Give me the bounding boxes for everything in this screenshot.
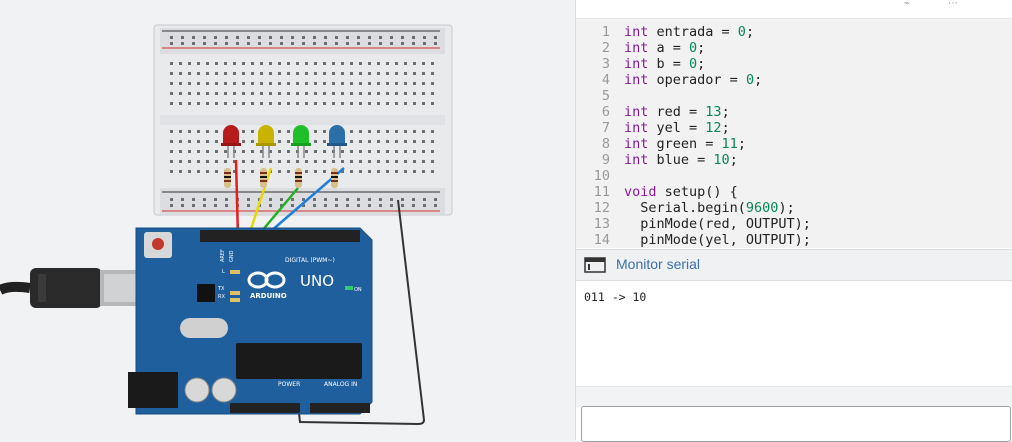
- code-line[interactable]: 7 int yel = 12;: [576, 120, 1012, 136]
- line-code: int b = 0;: [624, 56, 706, 72]
- tx-label: TX: [217, 286, 225, 292]
- analog-label: ANALOG IN: [324, 381, 357, 388]
- line-code: int green = 11;: [624, 136, 746, 152]
- line-code: int blue = 10;: [624, 152, 738, 168]
- serial-monitor-icon: [584, 257, 606, 273]
- line-number: 13: [593, 216, 610, 232]
- aref-label: AREF: [220, 249, 226, 262]
- power-label: POWER: [278, 381, 300, 388]
- line-code: int red = 13;: [624, 104, 730, 120]
- serial-divider: [576, 386, 1012, 407]
- code-toolbar: ⌁ ⋯: [576, 0, 1012, 19]
- microcontroller-chip: [236, 343, 362, 379]
- line-number: 8: [601, 136, 610, 152]
- code-line[interactable]: 6 int red = 13;: [576, 104, 1012, 120]
- code-line[interactable]: 1 int entrada = 0;: [576, 24, 1012, 40]
- code-line[interactable]: 14 pinMode(yel, OUTPUT);: [576, 232, 1012, 248]
- line-code: int a = 0;: [624, 40, 706, 56]
- line-code: void setup() {: [624, 184, 738, 200]
- gnd-label: GND: [229, 250, 235, 262]
- power-jack: [128, 372, 178, 408]
- digital-label: DIGITAL (PWM~): [285, 257, 335, 264]
- line-number: 9: [601, 152, 610, 168]
- more-icon[interactable]: ⋯: [948, 0, 962, 9]
- line-number: 10: [593, 168, 610, 184]
- line-number: 4: [601, 72, 610, 88]
- serial-input-field[interactable]: [581, 406, 1011, 442]
- line-number: 1: [601, 24, 610, 40]
- line-code: Serial.begin(9600);: [624, 200, 795, 216]
- line-number: 5: [601, 88, 610, 104]
- serial-output-text: 011 -> 10: [584, 290, 647, 304]
- circuit-drawing: UNO ARDUINO DIGITAL (PWM~) POWER ANALOG …: [0, 24, 453, 426]
- code-line[interactable]: 3 int b = 0;: [576, 56, 1012, 72]
- line-code: pinMode(yel, OUTPUT);: [624, 232, 811, 248]
- serial-output: 011 -> 10: [576, 281, 1012, 385]
- code-line[interactable]: 4 int operador = 0;: [576, 72, 1012, 88]
- line-number: 2: [601, 40, 610, 56]
- reset-button: [152, 238, 164, 250]
- code-line[interactable]: 5: [576, 88, 1012, 104]
- code-line[interactable]: 11 void setup() {: [576, 184, 1012, 200]
- arduino-board[interactable]: UNO ARDUINO DIGITAL (PWM~) POWER ANALOG …: [128, 227, 373, 415]
- right-panel: ⌁ ⋯ 1 int entrada = 0; 2 int a = 0; 3 int b =…: [575, 0, 1012, 442]
- line-number: 6: [601, 104, 610, 120]
- line-code: int entrada = 0;: [624, 24, 755, 40]
- serial-monitor-header[interactable]: Monitor serial: [576, 249, 1012, 281]
- line-number: 14: [593, 232, 610, 248]
- code-line[interactable]: 2 int a = 0;: [576, 40, 1012, 56]
- code-editor[interactable]: 1 int entrada = 0; 2 int a = 0; 3 int b = 0; 4…: [576, 19, 1012, 248]
- rx-label: RX: [218, 294, 225, 300]
- l-label: L: [222, 269, 225, 275]
- circuit-canvas[interactable]: UNO ARDUINO DIGITAL (PWM~) POWER ANALOG …: [0, 0, 575, 440]
- line-number: 7: [601, 120, 610, 136]
- debug-icon[interactable]: ⌁: [904, 0, 918, 9]
- line-code: int yel = 12;: [624, 120, 730, 136]
- board-brand-label: ARDUINO: [250, 292, 287, 300]
- line-number: 3: [601, 56, 610, 72]
- breadboard[interactable]: [153, 24, 453, 216]
- line-number: 12: [593, 200, 610, 216]
- line-code: int operador = 0;: [624, 72, 763, 88]
- line-code: pinMode(red, OUTPUT);: [624, 216, 811, 232]
- code-line[interactable]: 8 int green = 11;: [576, 136, 1012, 152]
- on-label: ON: [354, 287, 362, 293]
- code-line[interactable]: 10: [576, 168, 1012, 184]
- code-line[interactable]: 13 pinMode(red, OUTPUT);: [576, 216, 1012, 232]
- code-line[interactable]: 9 int blue = 10;: [576, 152, 1012, 168]
- serial-monitor-title: Monitor serial: [616, 256, 701, 272]
- board-model-label: UNO: [300, 272, 334, 290]
- code-line[interactable]: 12 Serial.begin(9600);: [576, 200, 1012, 216]
- line-number: 11: [593, 184, 610, 200]
